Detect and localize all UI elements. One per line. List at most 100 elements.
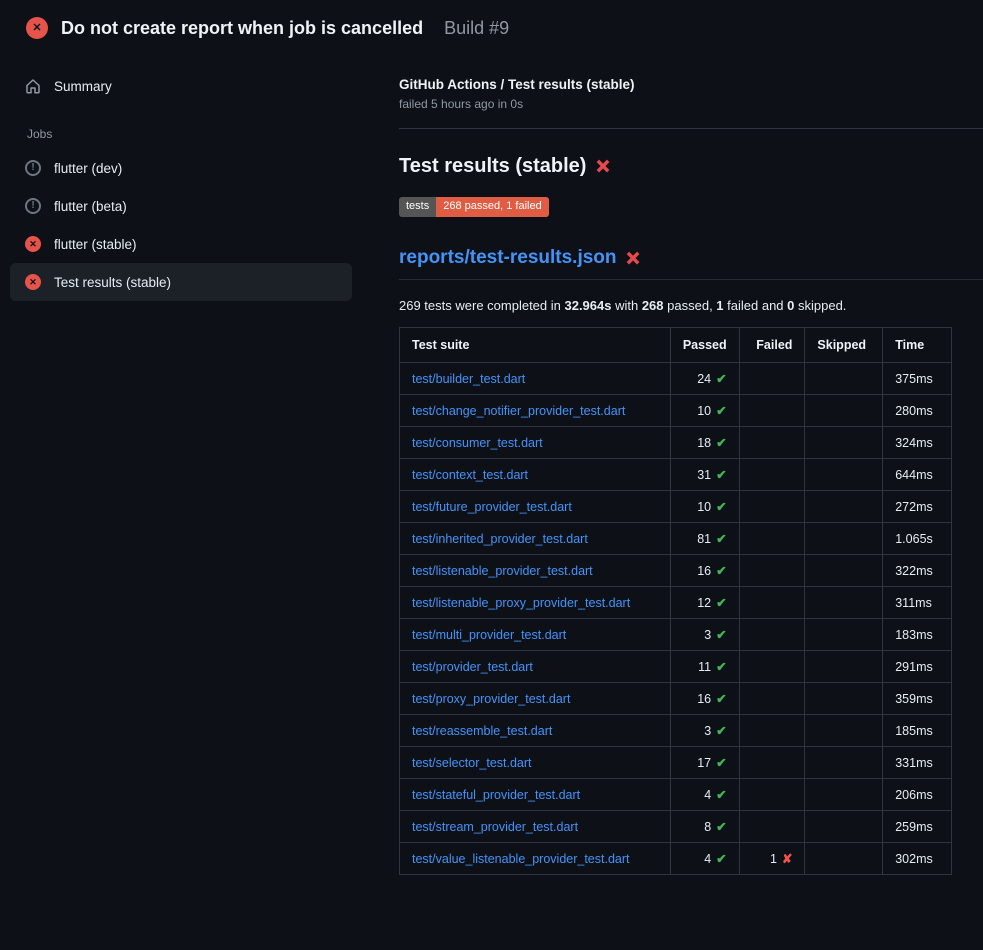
failed-cell: ✘ <box>739 523 805 555</box>
check-icon: ✔︎ <box>716 372 726 386</box>
skipped-cell <box>805 459 883 491</box>
results-table-body: test/builder_test.dart 24✔︎ ✘ 375ms test… <box>400 363 952 875</box>
check-icon: ✔︎ <box>716 692 726 706</box>
check-icon: ✔︎ <box>716 628 726 642</box>
test-suite-link[interactable]: test/listenable_proxy_provider_test.dart <box>412 596 630 610</box>
table-row: test/stateful_provider_test.dart 4✔︎ ✘ 2… <box>400 779 952 811</box>
passed-cell: 18✔︎ <box>670 427 739 459</box>
skipped-cell <box>805 491 883 523</box>
passed-cell: 16✔︎ <box>670 555 739 587</box>
skipped-cell <box>805 555 883 587</box>
sidebar-job-item[interactable]: ✕ Test results (stable) <box>10 263 352 301</box>
test-suite-link[interactable]: test/stream_provider_test.dart <box>412 820 578 834</box>
test-suite-link[interactable]: test/listenable_provider_test.dart <box>412 564 593 578</box>
check-icon: ✔︎ <box>716 404 726 418</box>
skipped-cell <box>805 843 883 875</box>
test-suite-link[interactable]: test/context_test.dart <box>412 468 528 482</box>
time-cell: 272ms <box>883 491 952 523</box>
test-suite-link[interactable]: test/inherited_provider_test.dart <box>412 532 588 546</box>
table-row: test/change_notifier_provider_test.dart … <box>400 395 952 427</box>
skipped-cell <box>805 747 883 779</box>
failed-cell: ✘ <box>739 683 805 715</box>
summary-duration: 32.964s <box>564 298 611 313</box>
failed-cell: ✘ <box>739 779 805 811</box>
check-icon: ✔︎ <box>716 436 726 450</box>
summary-passed-count: 268 <box>642 298 664 313</box>
check-icon: ✔︎ <box>716 724 726 738</box>
test-suite-link[interactable]: test/selector_test.dart <box>412 756 532 770</box>
failed-cell: ✘ <box>739 747 805 779</box>
summary-failed-count: 1 <box>716 298 723 313</box>
time-cell: 280ms <box>883 395 952 427</box>
x-circle-icon: ✕ <box>25 274 41 290</box>
run-title: Do not create report when job is cancell… <box>61 18 423 39</box>
skipped-cell <box>805 363 883 395</box>
report-file-link[interactable]: reports/test-results.json <box>399 247 617 269</box>
check-icon: ✔︎ <box>716 564 726 578</box>
table-row: test/stream_provider_test.dart 8✔︎ ✘ 259… <box>400 811 952 843</box>
passed-cell: 4✔︎ <box>670 843 739 875</box>
sidebar-job-item[interactable]: ✕ flutter (stable) <box>10 225 352 263</box>
test-suite-link[interactable]: test/multi_provider_test.dart <box>412 628 566 642</box>
test-suite-link[interactable]: test/change_notifier_provider_test.dart <box>412 404 625 418</box>
passed-cell: 4✔︎ <box>670 779 739 811</box>
fail-x-icon: ❌︎ <box>627 250 640 267</box>
home-icon <box>25 78 41 94</box>
passed-cell: 8✔︎ <box>670 811 739 843</box>
failed-cell: ✘ <box>739 363 805 395</box>
sidebar-job-item[interactable]: ! flutter (dev) <box>10 149 352 187</box>
failed-cell: ✘ <box>739 811 805 843</box>
test-suite-link[interactable]: test/proxy_provider_test.dart <box>412 692 570 706</box>
col-header-skipped: Skipped <box>805 328 883 363</box>
test-suite-link[interactable]: test/consumer_test.dart <box>412 436 543 450</box>
test-suite-link[interactable]: test/stateful_provider_test.dart <box>412 788 580 802</box>
time-cell: 206ms <box>883 779 952 811</box>
exclamation-circle-icon: ! <box>25 198 41 214</box>
test-suite-link[interactable]: test/value_listenable_provider_test.dart <box>412 852 630 866</box>
test-suite-link[interactable]: test/reassemble_test.dart <box>412 724 552 738</box>
sidebar-summary-label: Summary <box>54 79 112 94</box>
run-meta: failed 5 hours ago in 0s <box>399 97 983 111</box>
section-title-text: Test results (stable) <box>399 155 586 178</box>
jobs-list: ! flutter (dev) ! flutter (beta) ✕ flutt… <box>10 149 365 301</box>
tests-status-badge: tests 268 passed, 1 failed <box>399 197 549 217</box>
time-cell: 302ms <box>883 843 952 875</box>
job-label: Test results (stable) <box>54 275 171 290</box>
check-icon: ✔︎ <box>716 788 726 802</box>
table-row: test/consumer_test.dart 18✔︎ ✘ 324ms <box>400 427 952 459</box>
passed-cell: 3✔︎ <box>670 715 739 747</box>
test-suite-link[interactable]: test/provider_test.dart <box>412 660 533 674</box>
passed-cell: 11✔︎ <box>670 651 739 683</box>
passed-cell: 24✔︎ <box>670 363 739 395</box>
sidebar-job-item[interactable]: ! flutter (beta) <box>10 187 352 225</box>
time-cell: 324ms <box>883 427 952 459</box>
table-row: test/builder_test.dart 24✔︎ ✘ 375ms <box>400 363 952 395</box>
col-header-passed: Passed <box>670 328 739 363</box>
table-row: test/future_provider_test.dart 10✔︎ ✘ 27… <box>400 491 952 523</box>
check-icon: ✔︎ <box>716 468 726 482</box>
passed-cell: 16✔︎ <box>670 683 739 715</box>
jobs-section-label: Jobs <box>10 111 365 149</box>
passed-cell: 3✔︎ <box>670 619 739 651</box>
test-suite-link[interactable]: test/builder_test.dart <box>412 372 525 386</box>
table-row: test/context_test.dart 31✔︎ ✘ 644ms <box>400 459 952 491</box>
failed-cell: ✘ <box>739 459 805 491</box>
col-header-test-suite: Test suite <box>400 328 671 363</box>
section-title: Test results (stable) ❌︎ <box>399 155 983 178</box>
table-row: test/reassemble_test.dart 3✔︎ ✘ 185ms <box>400 715 952 747</box>
table-row: test/value_listenable_provider_test.dart… <box>400 843 952 875</box>
test-suite-link[interactable]: test/future_provider_test.dart <box>412 500 572 514</box>
failed-cell: ✘ <box>739 651 805 683</box>
sidebar: Summary Jobs ! flutter (dev) ! flutter (… <box>0 53 375 301</box>
table-row: test/listenable_proxy_provider_test.dart… <box>400 587 952 619</box>
skipped-cell <box>805 683 883 715</box>
failed-cell: 1✘ <box>739 843 805 875</box>
sidebar-item-summary[interactable]: Summary <box>10 67 352 105</box>
table-row: test/selector_test.dart 17✔︎ ✘ 331ms <box>400 747 952 779</box>
x-circle-icon: ✕ <box>25 236 41 252</box>
time-cell: 183ms <box>883 619 952 651</box>
skipped-cell <box>805 619 883 651</box>
cross-icon: ✘ <box>782 852 792 866</box>
job-label: flutter (beta) <box>54 199 127 214</box>
test-results-table: Test suite Passed Failed Skipped Time te… <box>399 327 952 875</box>
